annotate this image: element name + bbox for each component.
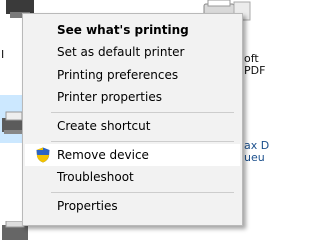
menu-item-set-default-printer[interactable]: Set as default printer <box>23 41 242 63</box>
menu-item-troubleshoot[interactable]: Troubleshoot <box>23 166 242 188</box>
menu-item-see-whats-printing[interactable]: See what's printing <box>23 19 242 41</box>
menu-item-properties[interactable]: Properties <box>23 195 242 217</box>
menu-item-create-shortcut[interactable]: Create shortcut <box>23 115 242 137</box>
menu-item-printing-preferences[interactable]: Printing preferences <box>23 64 242 86</box>
menu-separator <box>51 192 234 193</box>
device-label-fragment: PDF <box>244 64 266 77</box>
device-label-fragment: I <box>1 48 5 61</box>
menu-separator <box>51 141 234 142</box>
menu-separator <box>51 112 234 113</box>
menu-item-label: Remove device <box>57 148 149 162</box>
menu-item-remove-device[interactable]: Remove device <box>25 144 240 166</box>
menu-item-printer-properties[interactable]: Printer properties <box>23 86 242 108</box>
printer-context-menu: See what's printing Set as default print… <box>22 13 243 226</box>
uac-shield-icon <box>35 147 51 163</box>
device-label-fragment: ueu <box>244 151 265 164</box>
